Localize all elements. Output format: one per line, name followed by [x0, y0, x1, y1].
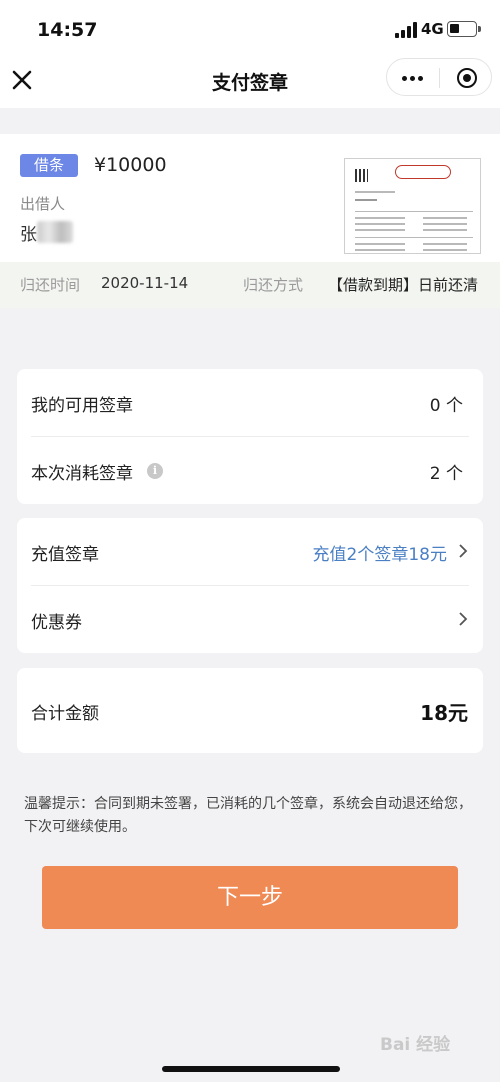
loan-return-info: 归还时间 2020-11-14 归还方式 【借款到期】日前还清 [0, 262, 500, 308]
battery-icon [447, 21, 481, 37]
lender-label: 出借人 [20, 195, 66, 213]
loan-summary-card: 借条 ¥10000 出借人 张 归还时间 2020-11-14 归还方式 【借款… [0, 134, 500, 308]
total-value: 18元 [420, 701, 468, 725]
contract-thumbnail[interactable] [344, 158, 481, 254]
chevron-right-icon [459, 612, 468, 626]
recharge-row[interactable]: 充值签章 充值2个签章18元 [17, 518, 483, 585]
recharge-value: 充值2个签章18元 [312, 545, 447, 565]
coupon-label: 优惠券 [31, 613, 82, 633]
chevron-right-icon [459, 544, 468, 558]
purchase-card: 充值签章 充值2个签章18元 优惠券 [17, 518, 483, 653]
target-icon[interactable] [440, 59, 493, 97]
return-method-label: 归还方式 [243, 276, 304, 294]
mini-program-capsule [386, 58, 492, 96]
lender-name: 张 [20, 225, 37, 245]
recharge-label: 充值签章 [31, 545, 99, 565]
signal-icon [395, 22, 417, 38]
available-seals-label: 我的可用签章 [31, 396, 133, 416]
next-step-button[interactable]: 下一步 [42, 866, 458, 929]
coupon-row[interactable]: 优惠券 [17, 586, 483, 653]
blurred-name [37, 221, 73, 243]
return-method-value: 【借款到期】日前还清 [328, 276, 479, 294]
more-dots-icon[interactable] [387, 59, 439, 97]
notice-text: 温馨提示：合同到期未签署，已消耗的几个签章，系统会自动退还给您，下次可继续使用。 [24, 796, 472, 835]
loan-type-badge: 借条 [20, 154, 78, 177]
consumed-seals-row: 本次消耗签章 i 2 个 [17, 437, 483, 504]
loan-amount: ¥10000 [94, 154, 167, 176]
return-time-label: 归还时间 [20, 276, 81, 294]
navigation-bar: 支付签章 [0, 58, 500, 108]
home-indicator [162, 1066, 340, 1072]
status-bar: 14:57 4G [0, 0, 500, 58]
total-label: 合计金额 [31, 704, 99, 724]
total-card: 合计金额 18元 [17, 668, 483, 753]
watermark: Bai 经验 [380, 1035, 451, 1055]
info-icon[interactable]: i [147, 463, 163, 479]
return-time-value: 2020-11-14 [101, 274, 189, 292]
available-seals-row: 我的可用签章 0 个 [17, 369, 483, 436]
status-time: 14:57 [37, 19, 98, 41]
network-type: 4G [421, 20, 444, 38]
consumed-seals-label: 本次消耗签章 [31, 464, 133, 484]
seal-info-card: 我的可用签章 0 个 本次消耗签章 i 2 个 [17, 369, 483, 504]
available-seals-value: 0 个 [429, 396, 463, 416]
consumed-seals-value: 2 个 [429, 464, 463, 484]
